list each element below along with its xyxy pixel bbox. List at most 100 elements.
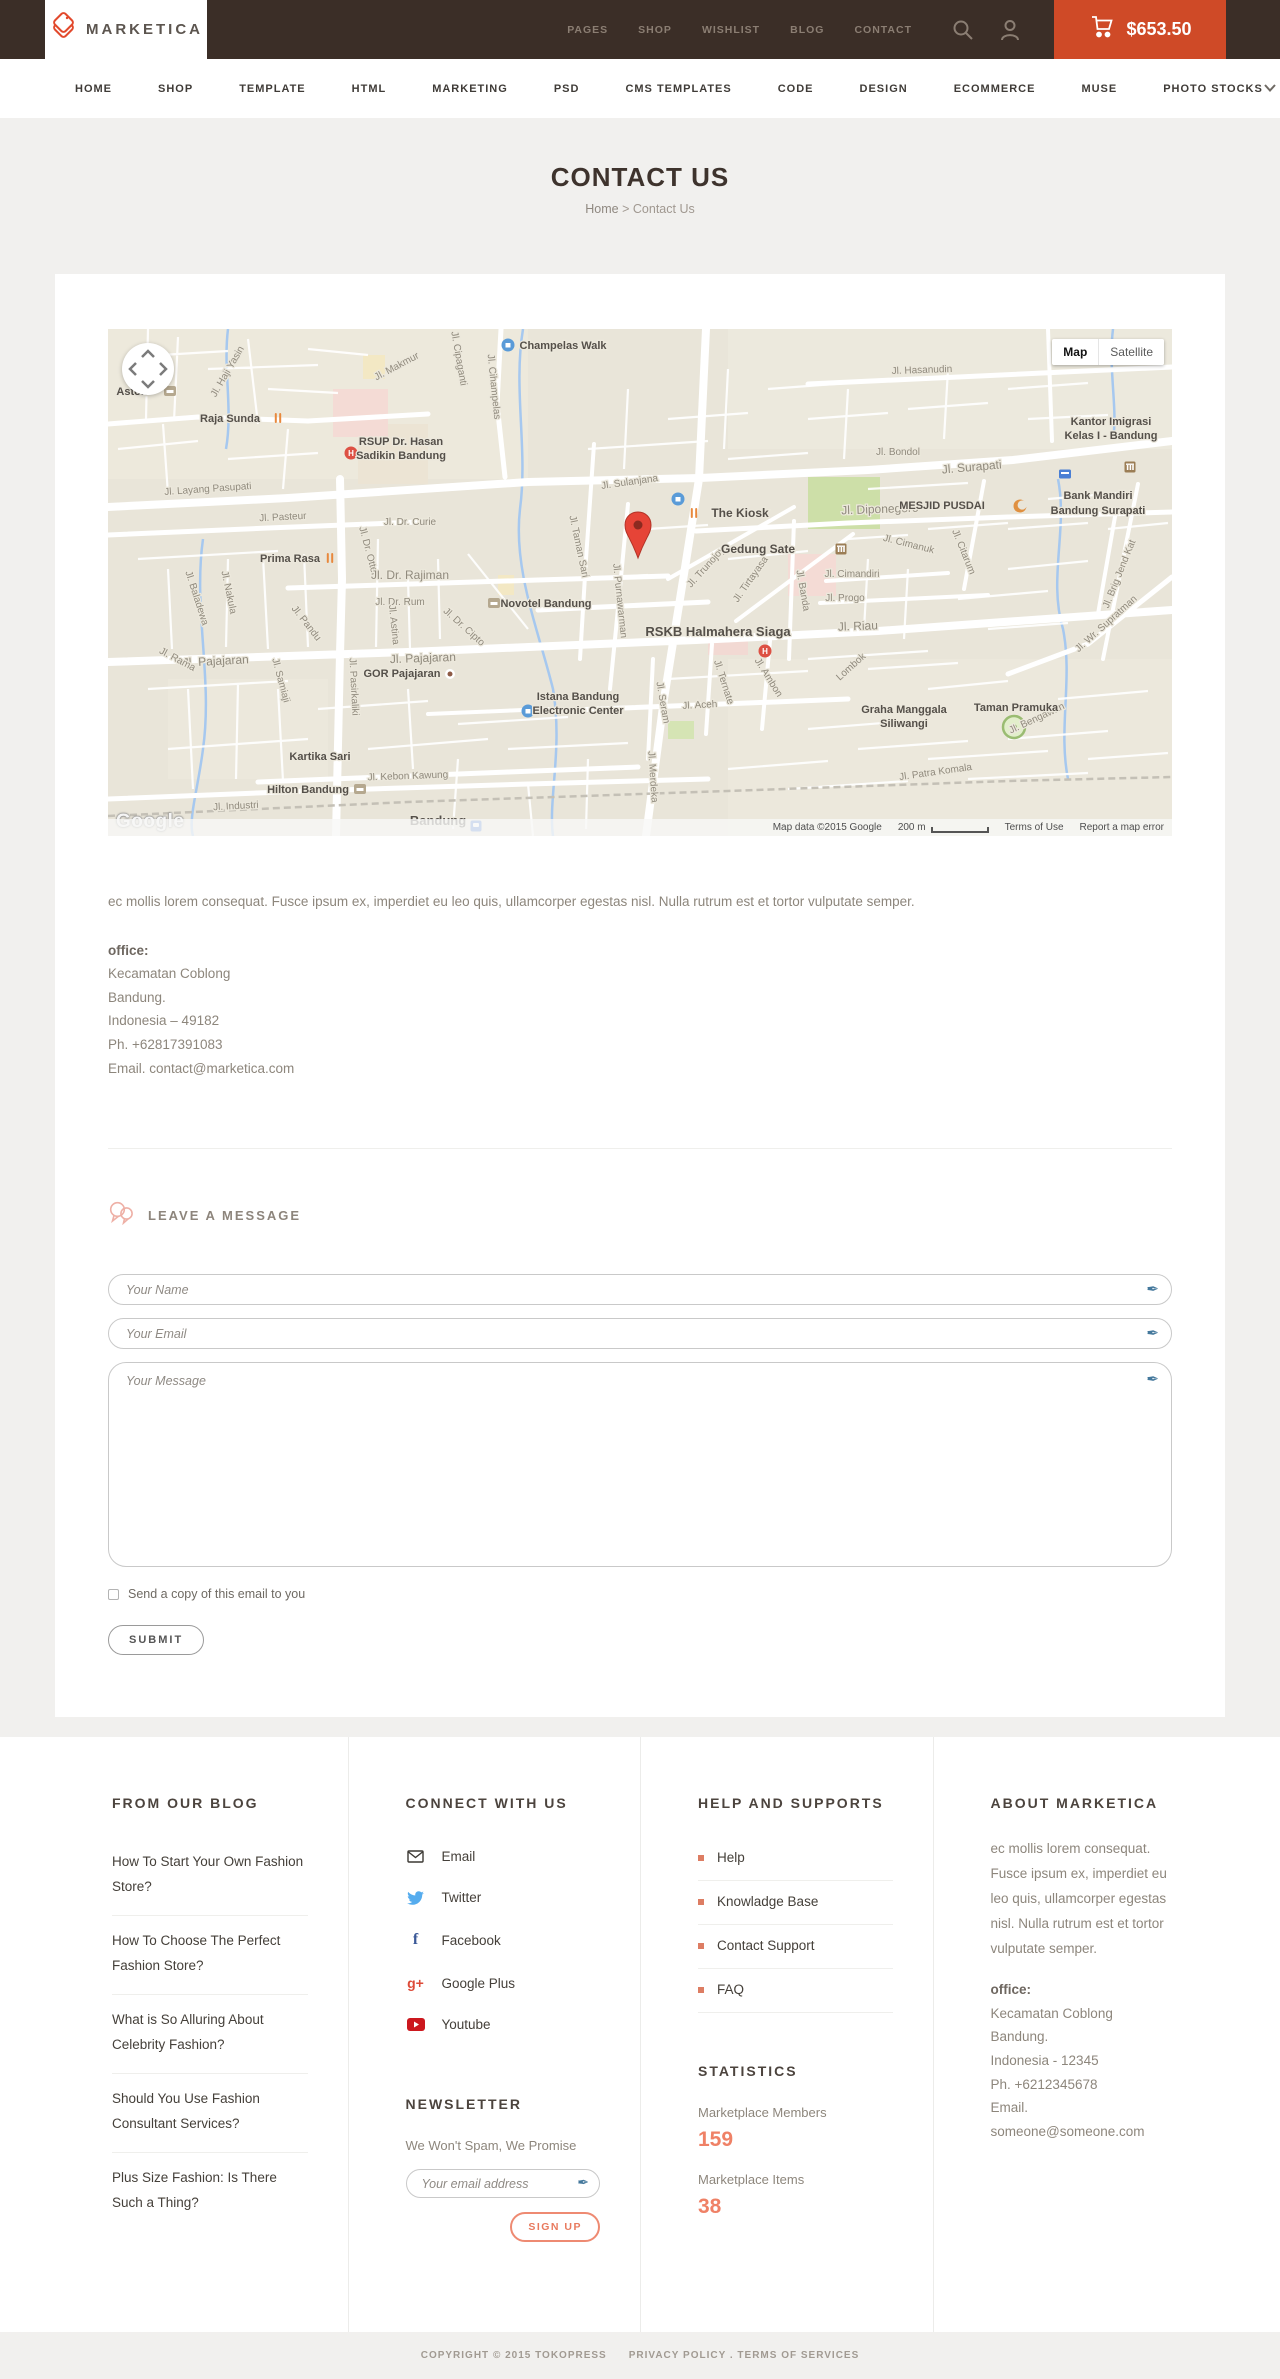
header-nav-contact[interactable]: CONTACT <box>854 24 912 36</box>
map-label: Prima Rasa <box>260 553 321 565</box>
blog-link[interactable]: What is So Alluring About Celebrity Fash… <box>112 1995 308 2075</box>
map-view-button[interactable]: Map <box>1052 339 1100 365</box>
svg-text:H: H <box>348 449 354 458</box>
about-address-line: Bandung. <box>990 2029 1049 2045</box>
help-link-contact-support[interactable]: Contact Support <box>698 1925 893 1970</box>
name-input[interactable] <box>108 1274 1172 1306</box>
map-label: Istana Bandung <box>537 691 620 703</box>
user-account-icon[interactable] <box>1000 19 1020 41</box>
about-text: ec mollis lorem consequat. Fusce ipsum e… <box>990 1841 1167 1957</box>
office-address-line: Kecamatan Coblong <box>108 966 231 982</box>
office-address-line: Indonesia – 49182 <box>108 1013 220 1029</box>
map-label: Jl. Bondol <box>876 447 920 458</box>
subnav-item-template[interactable]: TEMPLATE <box>239 83 305 95</box>
subnav-item-muse[interactable]: MUSE <box>1081 83 1117 95</box>
header-nav-pages[interactable]: PAGES <box>567 24 608 36</box>
hotel-poi-icon <box>354 784 366 794</box>
chevron-down-icon[interactable] <box>1263 80 1277 98</box>
office-address-line: Ph. +62817391083 <box>108 1037 223 1053</box>
office-address-block: office: Kecamatan Coblong Bandung. Indones… <box>108 939 1172 1081</box>
satellite-view-button[interactable]: Satellite <box>1099 339 1164 365</box>
map-label: Jl. Pajajaran <box>390 650 456 666</box>
map-pan-control[interactable] <box>122 343 174 395</box>
footer-connect-column: CONNECT WITH US Email Twitter f Facebook g+ G… <box>347 1737 641 2333</box>
social-link-email[interactable]: Email <box>406 1837 601 1878</box>
subnav-item-cms-templates[interactable]: CMS TEMPLATES <box>625 83 731 95</box>
subnav-item-photo-stocks[interactable]: PHOTO STOCKS <box>1163 83 1263 95</box>
subnav-item-ecommerce[interactable]: ECOMMERCE <box>954 83 1036 95</box>
map-label: Bank Mandiri <box>1063 490 1132 502</box>
gov-poi-icon <box>835 543 847 555</box>
form-heading: LEAVE A MESSAGE <box>148 1208 302 1224</box>
map-label: Siliwangi <box>880 718 928 730</box>
brand-name: MARKETICA <box>86 21 203 38</box>
brand-logo[interactable]: MARKETICA <box>45 0 207 59</box>
top-header: MARKETICA PAGES SHOP WISHLIST BLOG CONTACT $… <box>0 0 1280 59</box>
cart-button[interactable]: $653.50 <box>1054 0 1226 59</box>
subnav-item-code[interactable]: CODE <box>778 83 814 95</box>
blog-link[interactable]: Should You Use Fashion Consultant Servic… <box>112 2074 308 2154</box>
signup-button[interactable]: SIGN UP <box>510 2212 600 2243</box>
blog-heading: FROM OUR BLOG <box>112 1795 259 1812</box>
blog-link[interactable]: How To Choose The Perfect Fashion Store? <box>112 1916 308 1996</box>
office-label: office: <box>108 942 149 958</box>
about-heading: ABOUT MARKETICA <box>990 1795 1159 1812</box>
social-link-google-plus[interactable]: g+ Google Plus <box>406 1963 601 2005</box>
subnav-item-home[interactable]: HOME <box>75 83 112 95</box>
map-label: Jl. Dr. Curie <box>384 517 437 528</box>
map-label: Jl. Dr. Rum <box>375 597 424 608</box>
social-link-twitter[interactable]: Twitter <box>406 1878 601 1919</box>
mall-poi-icon <box>671 492 685 506</box>
map-label: Jl. Aceh <box>682 699 718 712</box>
map-label: RSUP Dr. Hasan <box>359 436 443 448</box>
office-address-line: Email. contact@marketica.com <box>108 1060 295 1076</box>
message-textarea[interactable] <box>108 1362 1172 1568</box>
newsletter-email-input[interactable] <box>405 2169 600 2199</box>
search-icon[interactable] <box>952 19 974 41</box>
help-link-knowladge-base[interactable]: Knowladge Base <box>698 1881 893 1926</box>
svg-text:H: H <box>762 647 768 656</box>
map-label: Sadikin Bandung <box>356 450 446 462</box>
map-canvas: HH Jl. Layang PasupatiJl. Pasteur Jl. Dr.… <box>108 329 1172 836</box>
help-label: Contact Support <box>717 1938 815 1954</box>
help-link-faq[interactable]: FAQ <box>698 1969 893 2014</box>
blog-link[interactable]: How To Start Your Own Fashion Store? <box>112 1837 308 1917</box>
map-label: RSKB Halmahera Siaga <box>645 624 791 639</box>
email-input[interactable] <box>108 1318 1172 1350</box>
stat-value: 159 <box>698 2128 734 2152</box>
social-link-youtube[interactable]: Youtube <box>406 2005 601 2046</box>
send-copy-checkbox[interactable] <box>108 1588 119 1600</box>
header-nav-shop[interactable]: SHOP <box>638 24 672 36</box>
header-nav-wishlist[interactable]: WISHLIST <box>702 24 760 36</box>
facebook-icon: f <box>412 1931 419 1949</box>
category-nav: HOME SHOP TEMPLATE HTML MARKETING PSD CMS TEMP… <box>0 59 1280 118</box>
help-link-help[interactable]: Help <box>698 1837 893 1882</box>
map-label: Novotel Bandung <box>500 598 591 610</box>
footer-blog-column: FROM OUR BLOG How To Start Your Own Fash… <box>55 1737 348 2332</box>
map-label: Bandung Surapati <box>1051 505 1146 517</box>
header-nav-blog[interactable]: BLOG <box>790 24 824 36</box>
stat-label: Marketplace Items <box>698 2172 805 2188</box>
map-label: Jl. Hasanudin <box>891 364 952 377</box>
subnav-item-design[interactable]: DESIGN <box>860 83 908 95</box>
subnav-item-shop[interactable]: SHOP <box>158 83 193 95</box>
leave-message-section: LEAVE A MESSAGE ✒ ✒ ✒ Send a copy of thi… <box>108 1201 1172 1656</box>
subnav-item-html[interactable]: HTML <box>352 83 387 95</box>
newsletter-note: We Won't Spam, We Promise <box>405 2138 577 2154</box>
subnav-item-marketing[interactable]: MARKETING <box>432 83 508 95</box>
submit-button[interactable]: SUBMIT <box>108 1625 205 1656</box>
map-scale-label: 200 m <box>897 822 926 833</box>
social-label: Twitter <box>441 1890 482 1906</box>
social-link-facebook[interactable]: f Facebook <box>406 1919 601 1963</box>
terms-of-use-link[interactable]: Terms of Use <box>1005 822 1064 833</box>
contact-card: HH Jl. Layang Pasupati Jl. Pasteur Jl. Dr.… <box>55 274 1225 1718</box>
report-map-error-link[interactable]: Report a map error <box>1080 822 1164 833</box>
email-icon <box>406 1850 426 1864</box>
about-address-line: Kecamatan Coblong <box>990 2005 1113 2021</box>
footer-legal-links[interactable]: PRIVACY POLICY . TERMS OF SERVICES <box>629 2350 860 2361</box>
breadcrumb-home[interactable]: Home <box>585 202 618 216</box>
subnav-item-psd[interactable]: PSD <box>554 83 580 95</box>
google-map[interactable]: HH Jl. Layang Pasupati Jl. Pasteur Jl. Dr.… <box>108 329 1172 836</box>
blog-link[interactable]: Plus Size Fashion: Is There Such a Thing… <box>112 2153 308 2231</box>
about-address-line: Ph. +6212345678 <box>990 2076 1098 2092</box>
